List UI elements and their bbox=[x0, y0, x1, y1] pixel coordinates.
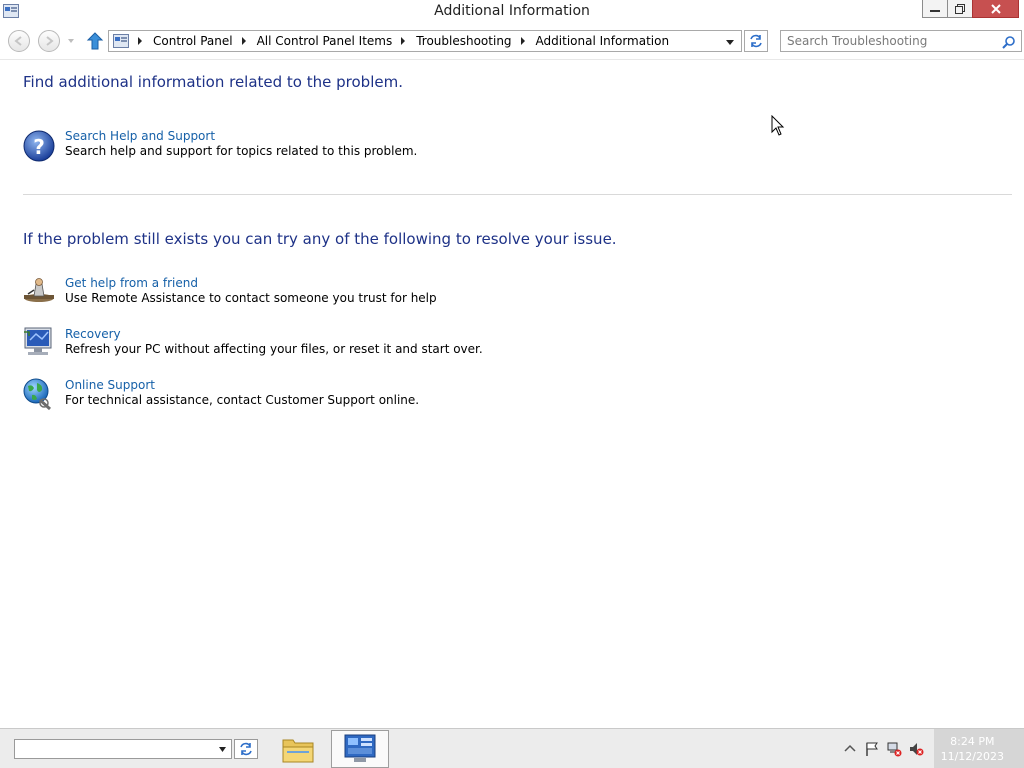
search-help-support-description: Search help and support for topics relat… bbox=[65, 144, 418, 158]
volume-muted-icon[interactable] bbox=[908, 741, 924, 757]
breadcrumb-control-panel[interactable]: Control Panel bbox=[153, 34, 233, 48]
system-tray: 8:24 PM 11/12/2023 bbox=[824, 729, 1024, 768]
address-bar[interactable]: Control Panel All Control Panel Items Tr… bbox=[108, 30, 742, 52]
forward-arrow-icon bbox=[46, 36, 54, 46]
chevron-right-icon[interactable] bbox=[518, 36, 528, 46]
clock[interactable]: 8:24 PM 11/12/2023 bbox=[941, 734, 1004, 764]
title-bar: Additional Information bbox=[0, 0, 1024, 24]
refresh-icon bbox=[750, 34, 762, 48]
help-question-icon: ? bbox=[23, 130, 55, 162]
refresh-icon bbox=[240, 742, 252, 756]
svg-text:?: ? bbox=[33, 135, 45, 159]
recent-pages-dropdown-icon[interactable] bbox=[66, 36, 76, 46]
taskbar-control-panel[interactable] bbox=[331, 730, 389, 768]
mouse-cursor-icon bbox=[771, 115, 785, 136]
taskbar: 8:24 PM 11/12/2023 bbox=[0, 728, 1024, 768]
minimize-button[interactable] bbox=[922, 0, 948, 18]
address-history-dropdown-icon[interactable] bbox=[725, 37, 735, 47]
recovery-link[interactable]: Recovery bbox=[65, 327, 121, 341]
chevron-right-icon[interactable] bbox=[135, 36, 145, 46]
remote-assistance-icon bbox=[24, 278, 54, 302]
minimize-icon bbox=[930, 9, 940, 12]
recovery-description: Refresh your PC without affecting your f… bbox=[65, 342, 483, 356]
show-hidden-icon[interactable] bbox=[842, 741, 858, 757]
clock-time: 8:24 PM bbox=[950, 735, 995, 748]
chevron-right-icon[interactable] bbox=[398, 36, 408, 46]
taskbar-address-toolbar[interactable] bbox=[14, 739, 232, 759]
breadcrumb-all-control-panel-items[interactable]: All Control Panel Items bbox=[257, 34, 393, 48]
close-button[interactable] bbox=[972, 0, 1019, 18]
search-box bbox=[780, 30, 1022, 52]
globe-support-icon bbox=[23, 378, 52, 411]
up-arrow-icon[interactable] bbox=[86, 32, 104, 50]
control-panel-icon bbox=[113, 34, 129, 48]
taskbar-go-button[interactable] bbox=[234, 739, 258, 759]
breadcrumb-troubleshooting[interactable]: Troubleshooting bbox=[416, 34, 511, 48]
search-help-support-link[interactable]: Search Help and Support bbox=[65, 129, 215, 143]
get-help-from-friend-description: Use Remote Assistance to contact someone… bbox=[65, 291, 437, 305]
chevron-right-icon[interactable] bbox=[239, 36, 249, 46]
restore-icon bbox=[955, 3, 965, 14]
back-arrow-icon bbox=[14, 36, 22, 46]
online-support-description: For technical assistance, contact Custom… bbox=[65, 393, 420, 407]
window-controls bbox=[922, 0, 1019, 20]
forward-button[interactable] bbox=[38, 30, 60, 52]
network-icon[interactable] bbox=[886, 741, 902, 757]
search-input[interactable] bbox=[781, 31, 1005, 51]
get-help-from-friend-link[interactable]: Get help from a friend bbox=[65, 276, 198, 290]
heading-resolve-issue: If the problem still exists you can try … bbox=[23, 230, 617, 248]
taskbar-file-explorer[interactable] bbox=[269, 730, 327, 768]
clock-date: 11/12/2023 bbox=[940, 750, 1004, 763]
control-panel-icon bbox=[344, 734, 376, 762]
restore-button[interactable] bbox=[947, 0, 973, 18]
window-title: Additional Information bbox=[434, 3, 590, 19]
action-center-flag-icon[interactable] bbox=[864, 741, 880, 757]
refresh-button[interactable] bbox=[744, 30, 768, 52]
breadcrumb-additional-information[interactable]: Additional Information bbox=[536, 34, 670, 48]
navigation-bar: Control Panel All Control Panel Items Tr… bbox=[0, 26, 1024, 58]
close-icon bbox=[990, 3, 1001, 14]
file-explorer-icon bbox=[282, 739, 314, 763]
navigation-divider bbox=[0, 59, 1024, 60]
back-button[interactable] bbox=[8, 30, 30, 52]
heading-additional-info: Find additional information related to t… bbox=[23, 73, 403, 91]
section-divider bbox=[23, 194, 1012, 195]
recovery-icon bbox=[24, 327, 52, 355]
chevron-down-icon[interactable] bbox=[218, 745, 227, 754]
online-support-link[interactable]: Online Support bbox=[65, 378, 155, 392]
search-icon[interactable] bbox=[1002, 35, 1016, 49]
